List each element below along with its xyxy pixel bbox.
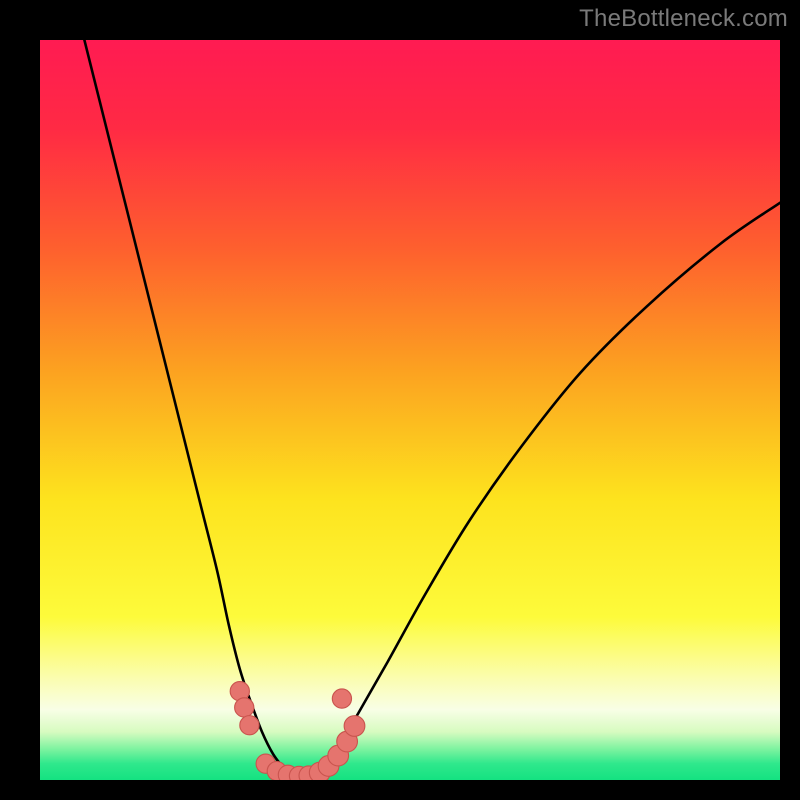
data-markers (230, 682, 365, 780)
data-marker (235, 698, 254, 717)
data-marker (344, 716, 365, 737)
plot-area (40, 40, 780, 780)
attribution-text: TheBottleneck.com (579, 5, 788, 33)
curves-layer (40, 40, 780, 780)
data-marker (332, 689, 351, 708)
right-curve (321, 203, 780, 769)
left-curve (84, 40, 284, 769)
chart-frame: TheBottleneck.com (0, 0, 800, 800)
data-marker (240, 716, 259, 735)
